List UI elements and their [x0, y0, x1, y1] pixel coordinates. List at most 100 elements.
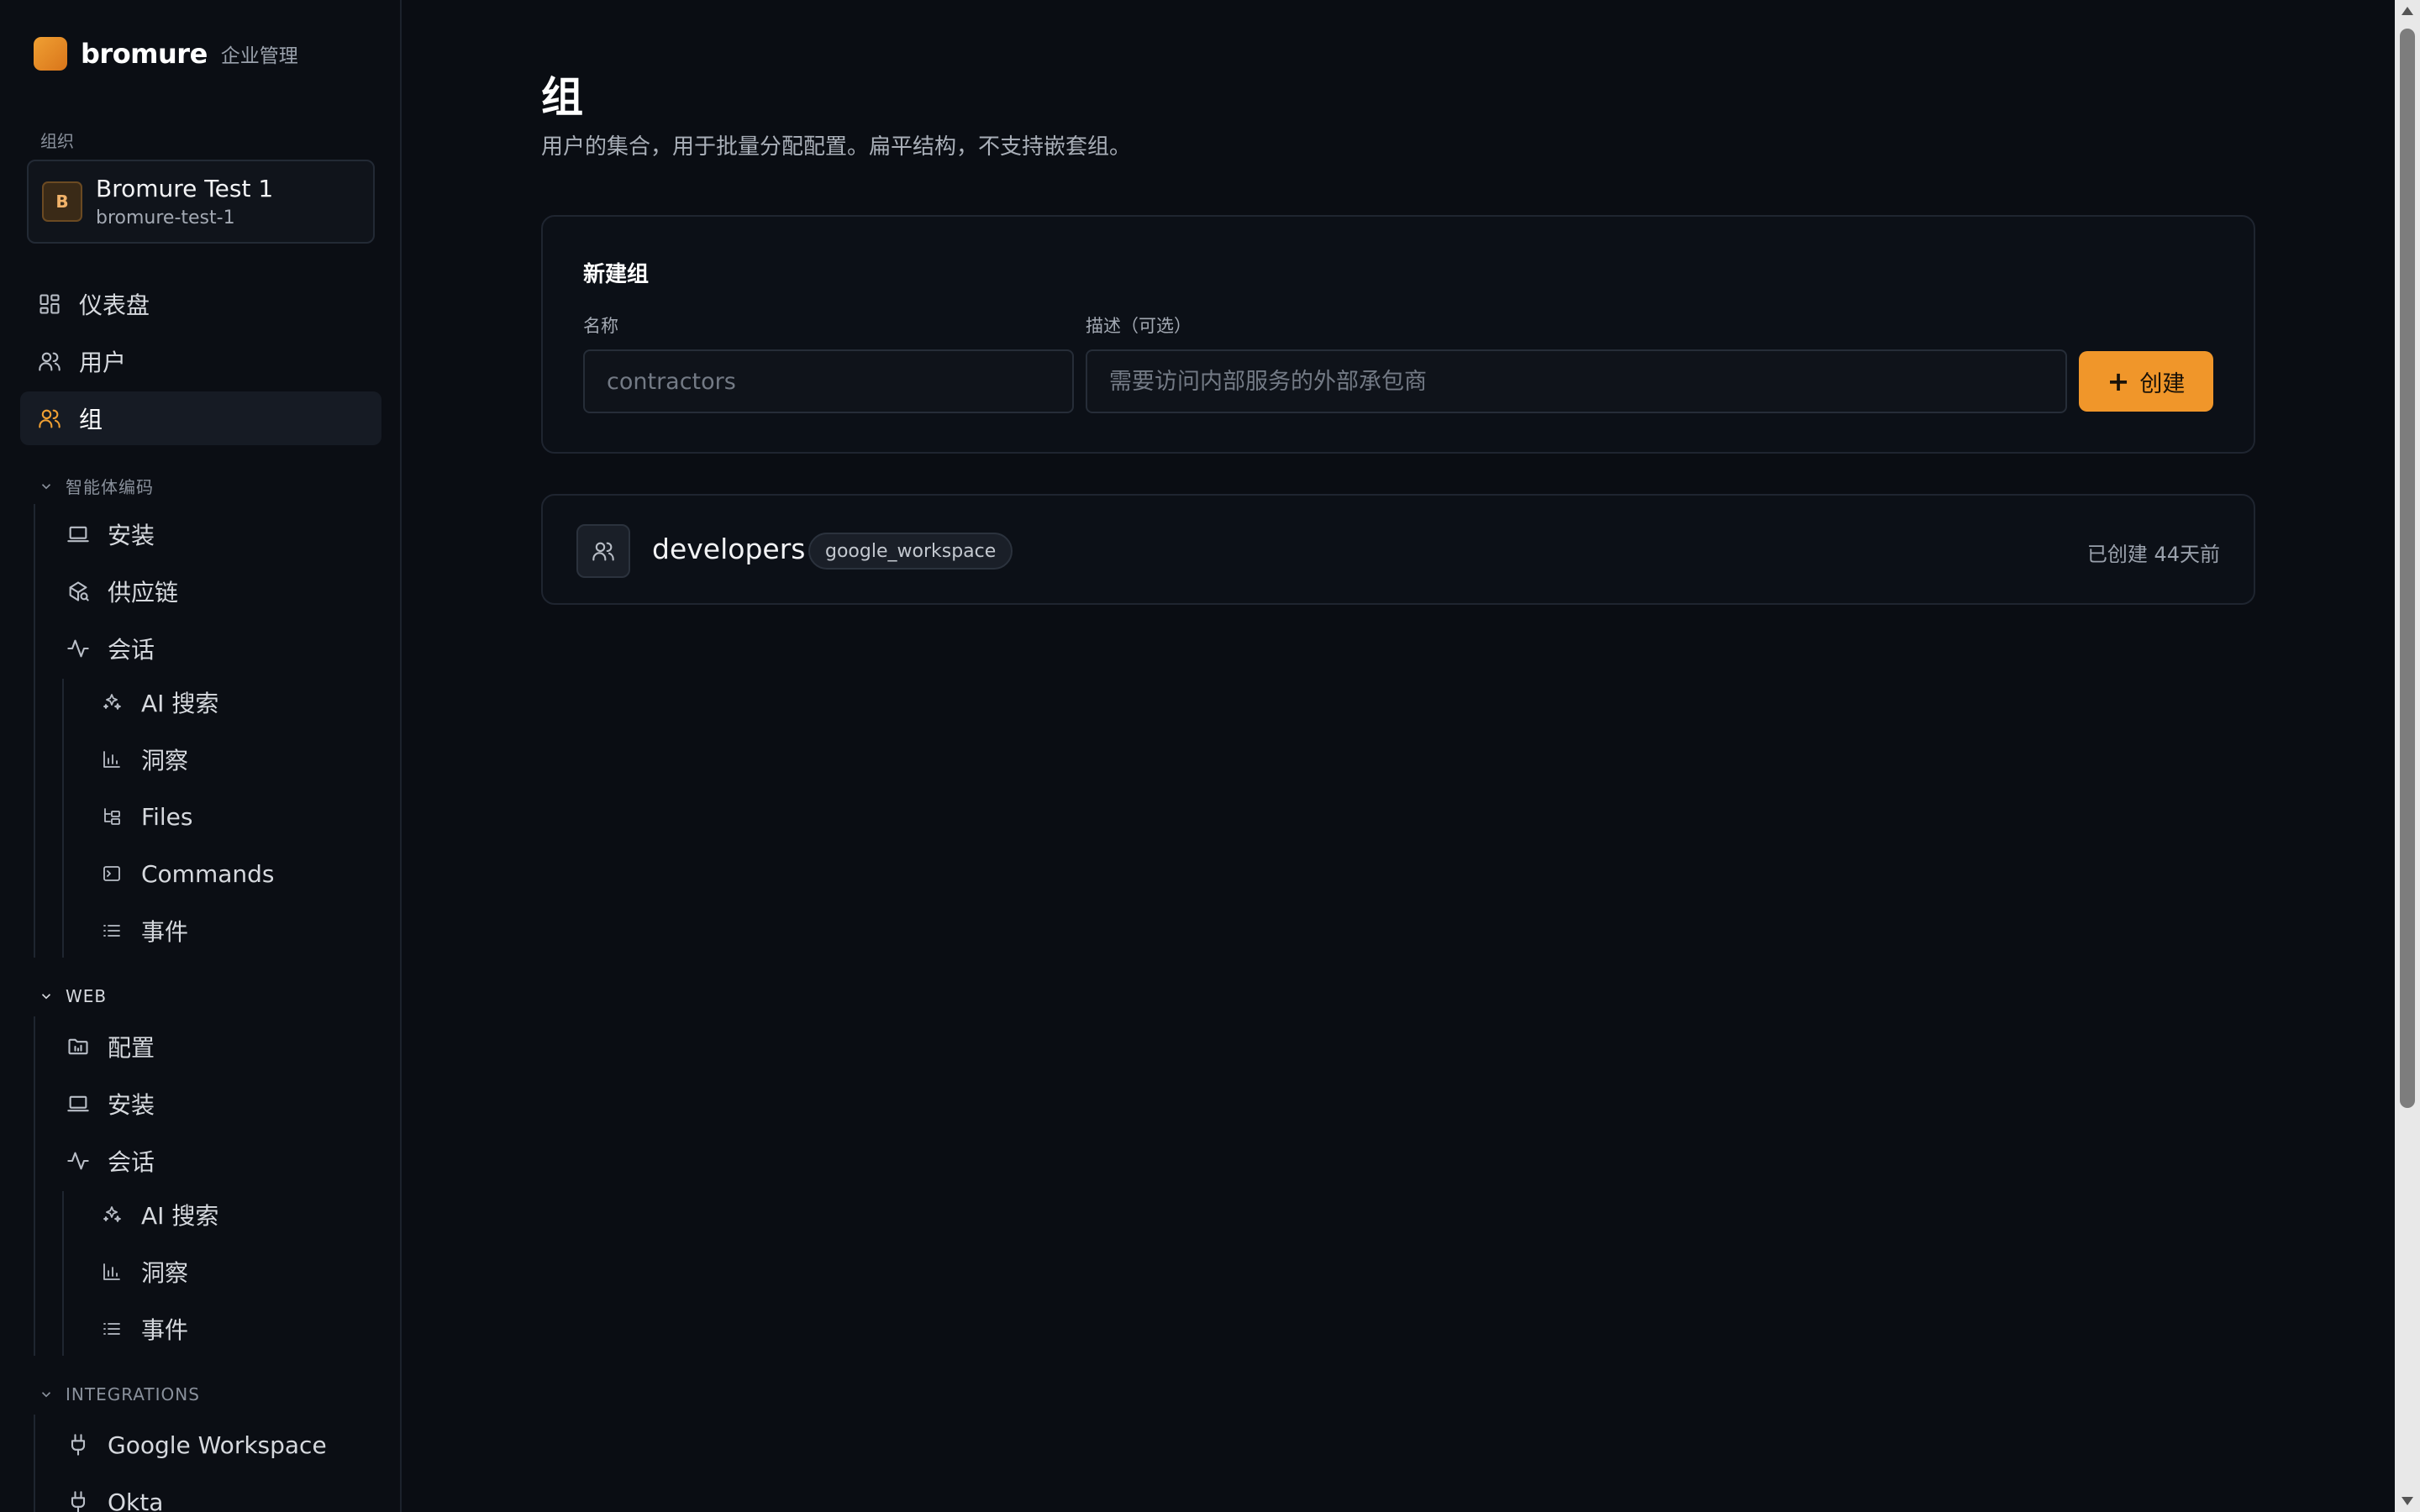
sidebar-item-dashboard[interactable]: 仪表盘: [37, 277, 150, 331]
description-label: 描述（可选）: [1086, 316, 1192, 336]
group-description-input[interactable]: [1086, 349, 2067, 413]
sidebar: bromure 企业管理 组织 B Bromure Test 1 bromure…: [0, 0, 402, 1512]
page-subtitle: 用户的集合，用于批量分配配置。扁平结构，不支持嵌套组。: [541, 134, 1132, 160]
sidebar-item-label: 洞察: [141, 1259, 189, 1287]
section-web[interactable]: WEB: [39, 986, 107, 1006]
sidebar-item-groups[interactable]: 组: [20, 391, 381, 445]
name-label: 名称: [583, 316, 618, 336]
sidebar-item-agent-commands[interactable]: Commands: [99, 847, 275, 900]
tree-guide: [34, 504, 35, 958]
sidebar-item-label: 安装: [108, 522, 155, 549]
sidebar-item-label: 事件: [141, 1316, 189, 1344]
app-root: bromure 企业管理 组织 B Bromure Test 1 bromure…: [0, 0, 2420, 1512]
plug-icon: [66, 1432, 91, 1457]
chevron-down-icon: [41, 1392, 51, 1398]
folder-tree-icon: [99, 804, 124, 829]
section-label: INTEGRATIONS: [66, 1384, 200, 1404]
brand-name: bromure: [81, 38, 208, 70]
group-name-input[interactable]: [583, 349, 1074, 413]
sidebar-item-web-sessions[interactable]: 会话: [66, 1134, 155, 1188]
sidebar-item-web-events[interactable]: 事件: [99, 1302, 188, 1356]
dashboard-icon: [37, 291, 62, 317]
package-search-icon: [66, 579, 91, 604]
sidebar-item-label: AI 搜索: [141, 1202, 219, 1230]
sidebar-item-label: 供应链: [108, 579, 179, 606]
sidebar-item-agent-events[interactable]: 事件: [99, 904, 188, 958]
sidebar-item-agent-supply-chain[interactable]: 供应链: [66, 564, 178, 618]
laptop-icon: [66, 522, 91, 547]
sidebar-item-users[interactable]: 用户: [37, 334, 126, 388]
source-badge: google_workspace: [808, 533, 1013, 570]
group-name[interactable]: developers: [652, 533, 805, 565]
org-switcher[interactable]: B Bromure Test 1 bromure-test-1: [27, 160, 375, 244]
sidebar-item-agent-ai-search[interactable]: AI 搜索: [99, 675, 218, 729]
scrollbar-thumb[interactable]: [2400, 29, 2415, 1108]
users-icon: [37, 406, 62, 431]
sidebar-item-web-ai-search[interactable]: AI 搜索: [99, 1188, 218, 1242]
sidebar-item-label: 用户: [79, 349, 127, 376]
sidebar-item-agent-sessions[interactable]: 会话: [66, 622, 155, 675]
section-agent-coding[interactable]: 智能体编码: [39, 474, 154, 498]
sidebar-item-label: Google Workspace: [108, 1431, 327, 1459]
sidebar-item-label: 洞察: [141, 747, 189, 774]
chevron-down-icon: [41, 994, 51, 1000]
sidebar-item-label: Commands: [141, 859, 275, 888]
new-group-card: 新建组 名称 描述（可选） + 创建: [541, 215, 2255, 454]
users-icon: [576, 524, 630, 578]
users-icon: [37, 349, 62, 374]
section-label: 智能体编码: [66, 477, 154, 497]
activity-icon: [66, 1148, 91, 1173]
created-timestamp: 已创建 44天前: [2086, 543, 2220, 566]
tree-guide: [34, 1415, 35, 1512]
brand-subtitle: 企业管理: [220, 45, 298, 67]
sidebar-item-label: 会话: [108, 1148, 155, 1176]
sidebar-item-google-workspace[interactable]: Google Workspace: [66, 1418, 327, 1472]
scroll-down-icon[interactable]: [2402, 1497, 2413, 1505]
sidebar-item-label: 仪表盘: [79, 291, 150, 319]
tree-guide: [62, 679, 64, 958]
scroll-up-icon[interactable]: [2402, 7, 2413, 15]
create-group-button[interactable]: + 创建: [2079, 351, 2213, 412]
terminal-icon: [99, 861, 124, 886]
plug-icon: [66, 1489, 91, 1512]
sidebar-item-label: AI 搜索: [141, 690, 219, 717]
sidebar-item-web-install[interactable]: 安装: [66, 1077, 155, 1131]
page-title: 组: [541, 73, 583, 122]
org-label: 组织: [40, 131, 74, 151]
sidebar-item-label: 会话: [108, 636, 155, 664]
bar-chart-icon: [99, 747, 124, 772]
tree-guide: [62, 1191, 64, 1356]
activity-icon: [66, 636, 91, 661]
sidebar-item-web-config[interactable]: 配置: [66, 1020, 155, 1074]
sidebar-item-agent-insights[interactable]: 洞察: [99, 732, 188, 786]
new-group-title: 新建组: [583, 262, 650, 287]
org-slug: bromure-test-1: [96, 207, 235, 228]
bar-chart-icon: [99, 1259, 124, 1284]
sidebar-item-label: Okta: [108, 1488, 164, 1512]
vertical-scrollbar[interactable]: [2395, 0, 2420, 1512]
laptop-icon: [66, 1091, 91, 1116]
sparkles-icon: [99, 1202, 124, 1227]
sidebar-item-label: 组: [79, 406, 103, 433]
create-button-label: 创建: [2139, 370, 2186, 397]
brand-logo: [34, 37, 67, 71]
sidebar-item-label: 配置: [108, 1034, 155, 1062]
folder-cog-icon: [66, 1034, 91, 1059]
group-row[interactable]: developers google_workspace 已创建 44天前: [541, 494, 2255, 605]
sidebar-item-label: 安装: [108, 1091, 155, 1119]
sidebar-item-agent-files[interactable]: Files: [99, 790, 192, 843]
section-label: WEB: [66, 986, 108, 1006]
list-icon: [99, 918, 124, 943]
sidebar-item-agent-install[interactable]: 安装: [66, 507, 155, 561]
org-avatar: B: [42, 181, 82, 222]
sidebar-item-okta[interactable]: Okta: [66, 1475, 163, 1512]
sparkles-icon: [99, 690, 124, 715]
section-integrations[interactable]: INTEGRATIONS: [39, 1384, 200, 1404]
org-name: Bromure Test 1: [96, 175, 274, 202]
plus-icon: +: [2107, 365, 2130, 397]
sidebar-item-web-insights[interactable]: 洞察: [99, 1245, 188, 1299]
list-icon: [99, 1316, 124, 1341]
brand[interactable]: bromure 企业管理: [34, 35, 298, 72]
sidebar-item-label: 事件: [141, 918, 189, 946]
chevron-down-icon: [41, 483, 51, 489]
